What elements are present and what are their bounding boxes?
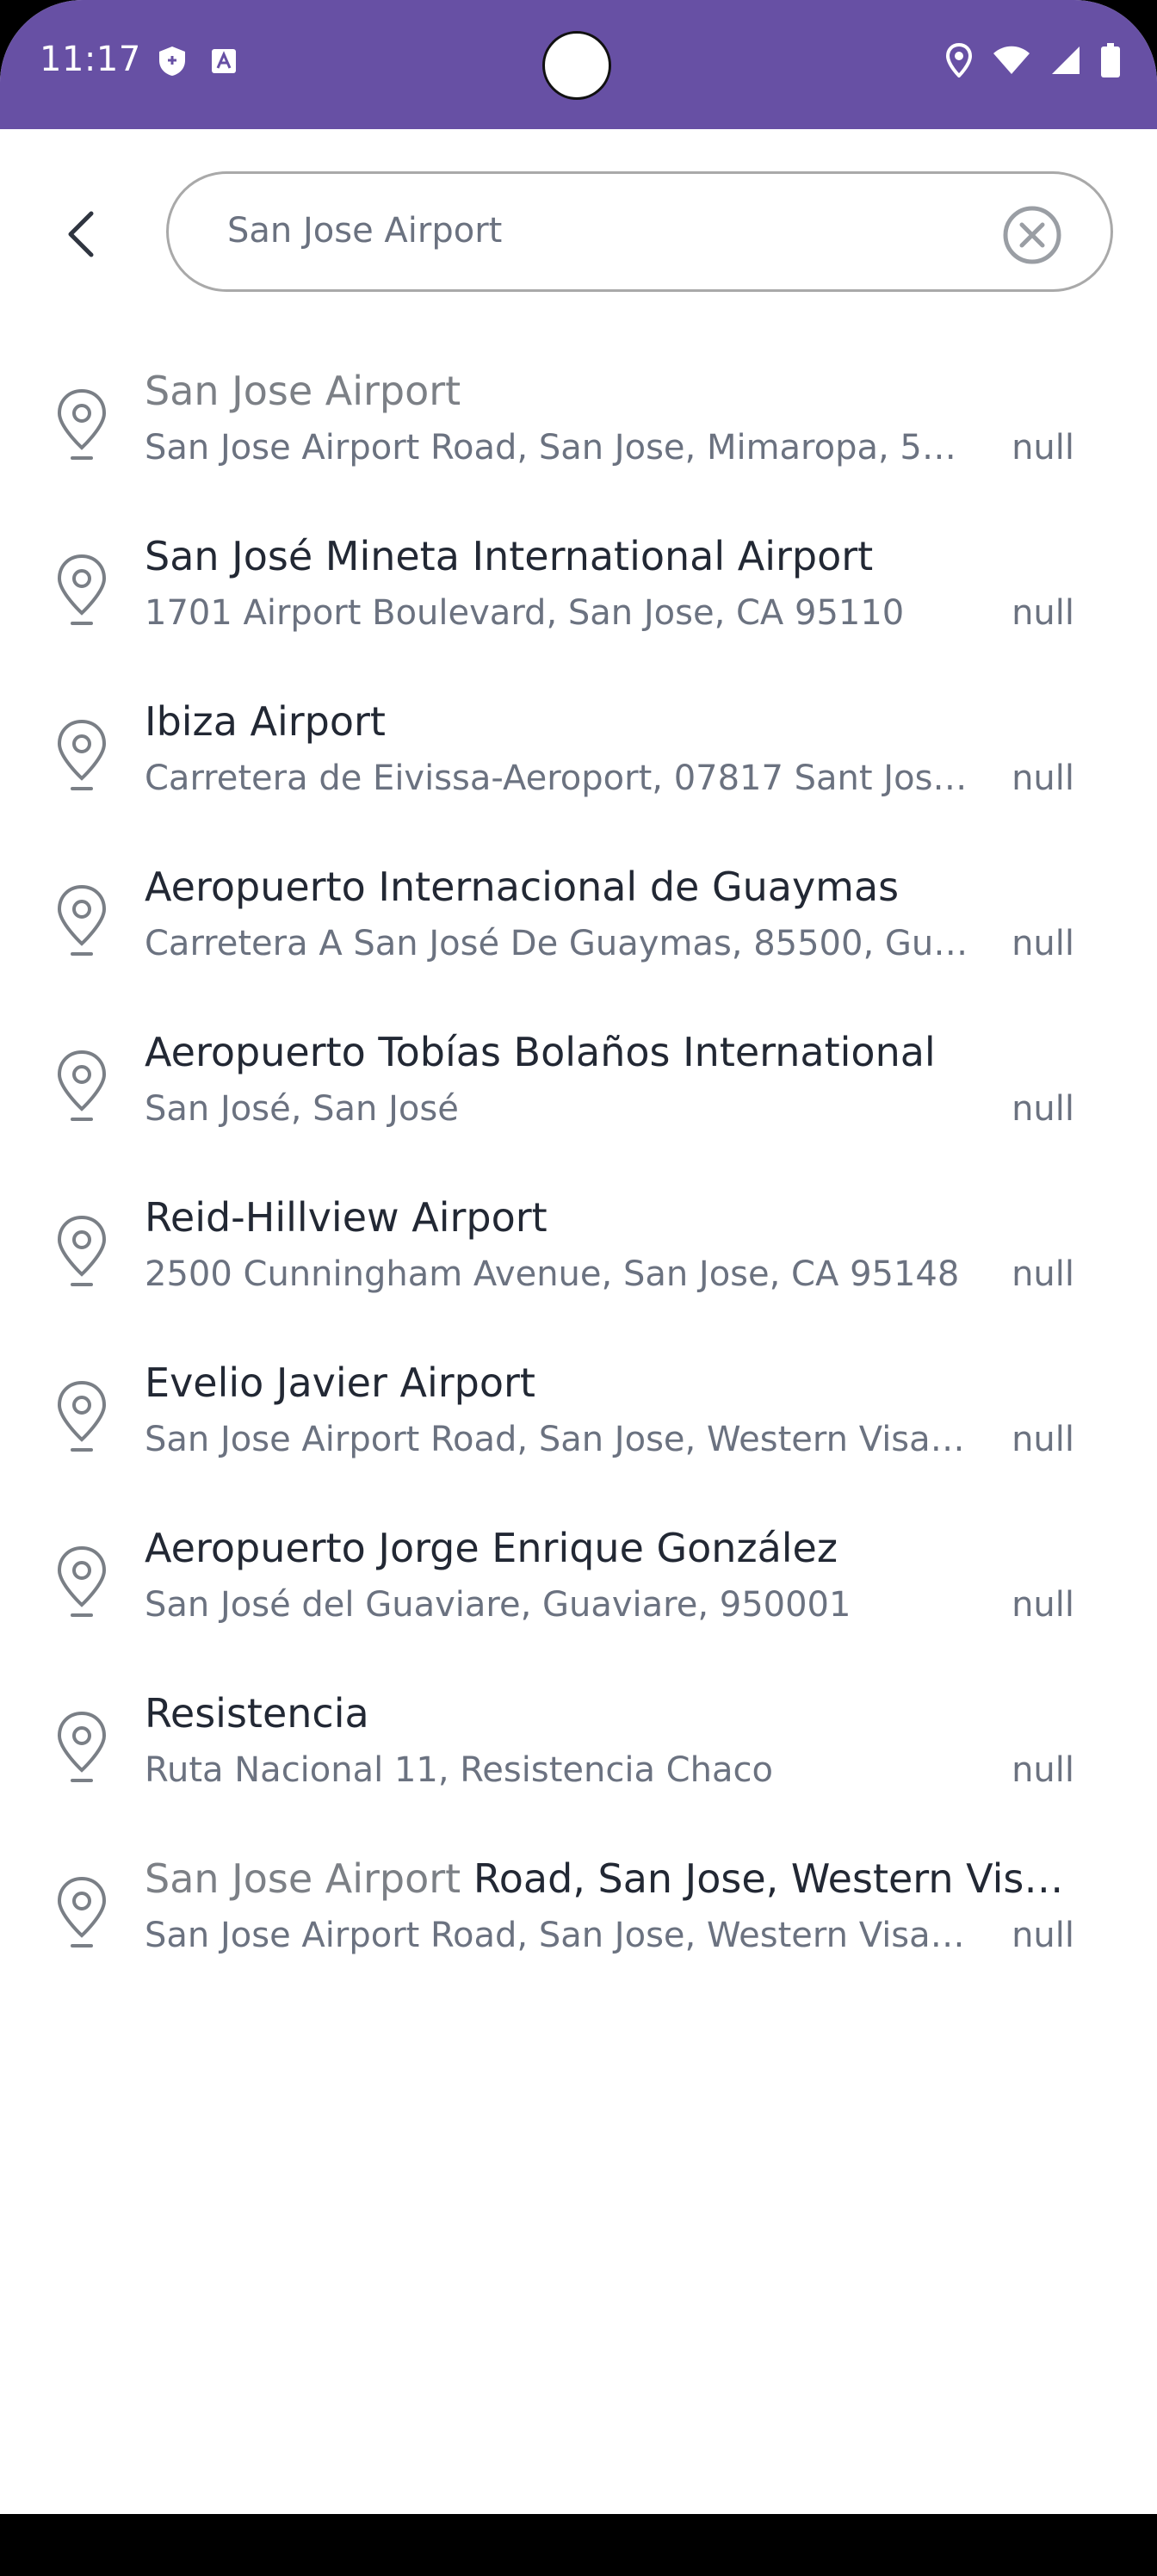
result-item[interactable]: Evelio Javier Airport San Jose Airport Ro…	[0, 1336, 1157, 1502]
location-pin-icon	[55, 718, 108, 792]
clear-search-button[interactable]	[1002, 205, 1062, 265]
result-title: San Jose Airport Road, San Jose, Western…	[145, 1853, 1074, 1904]
result-distance: null	[1012, 1254, 1074, 1294]
result-distance: null	[1012, 1585, 1074, 1625]
signal-icon	[1052, 46, 1080, 74]
result-address: 1701 Airport Boulevard, San Jose, CA 951…	[145, 593, 905, 633]
status-left-icons	[157, 45, 238, 77]
result-distance: null	[1012, 428, 1074, 468]
result-item[interactable]: Aeropuerto Jorge Enrique González San Jos…	[0, 1502, 1157, 1667]
location-pin-icon	[55, 1875, 108, 1949]
result-title-text: Aeropuerto Tobías Bolaños International	[145, 1029, 936, 1075]
result-item[interactable]: San Jose Airport Road, San Jose, Western…	[0, 1832, 1157, 1997]
result-title: Aeropuerto Tobías Bolaños International	[145, 1026, 1074, 1078]
result-item[interactable]: Aeropuerto Tobías Bolaños International S…	[0, 1006, 1157, 1171]
result-distance: null	[1012, 924, 1074, 963]
result-distance: null	[1012, 1420, 1074, 1459]
result-item[interactable]: Ibiza Airport Carretera de Eivissa-Aeropo…	[0, 675, 1157, 840]
chevron-left-icon	[68, 211, 94, 257]
app-screen: 11:17 San Jose Airport San Jose Airport …	[0, 0, 1157, 2514]
result-item[interactable]: Reid-Hillview Airport 2500 Cunningham Ave…	[0, 1171, 1157, 1336]
wifi-icon	[993, 46, 1030, 74]
back-button[interactable]	[50, 203, 112, 265]
result-title: Reid-Hillview Airport	[145, 1192, 1074, 1243]
result-title-text: Resistencia	[145, 1690, 369, 1737]
result-title-text: Aeropuerto Jorge Enrique González	[145, 1525, 838, 1571]
result-title: Aeropuerto Internacional de Guaymas	[145, 861, 1074, 913]
result-distance: null	[1012, 1750, 1074, 1790]
search-bar	[0, 169, 1157, 298]
result-distance: null	[1012, 1089, 1074, 1129]
result-address: San Jose Airport Road, San Jose, Western…	[145, 1420, 971, 1459]
result-distance: null	[1012, 593, 1074, 633]
location-pin-icon	[55, 1379, 108, 1453]
result-address: Carretera A San José De Guaymas, 85500, …	[145, 924, 971, 963]
location-pin-icon	[55, 1545, 108, 1619]
result-distance: null	[1012, 759, 1074, 798]
result-item[interactable]: Resistencia Ruta Nacional 11, Resistencia…	[0, 1667, 1157, 1832]
location-pin-icon	[55, 1214, 108, 1288]
result-address: San Jose Airport Road, San Jose, Western…	[145, 1916, 971, 1955]
result-title-text: Evelio Javier Airport	[145, 1359, 535, 1406]
result-title-highlight: San Jose Airport	[145, 1855, 461, 1902]
result-title-text: Ibiza Airport	[145, 698, 386, 745]
result-address: San Jose Airport Road, San Jose, Mimarop…	[145, 428, 971, 468]
result-distance: null	[1012, 1916, 1074, 1955]
search-field[interactable]	[166, 171, 1113, 292]
result-title: Resistencia	[145, 1687, 1074, 1739]
result-title: Evelio Javier Airport	[145, 1357, 1074, 1409]
status-bar: 11:17	[0, 0, 1157, 129]
location-pin-icon	[55, 883, 108, 957]
location-pin-icon	[55, 553, 108, 627]
result-title: San José Mineta International Airport	[145, 530, 1074, 582]
status-time: 11:17	[40, 40, 141, 79]
result-title: San Jose Airport	[145, 365, 1074, 417]
location-icon	[945, 43, 973, 77]
result-title: Aeropuerto Jorge Enrique González	[145, 1522, 1074, 1574]
result-item[interactable]: San Jose Airport San Jose Airport Road, S…	[0, 344, 1157, 510]
search-input[interactable]	[227, 205, 985, 257]
result-item[interactable]: San José Mineta International Airport 170…	[0, 510, 1157, 675]
result-title-text: San José Mineta International Airport	[145, 533, 874, 579]
result-address: Carretera de Eivissa-Aeroport, 07817 San…	[145, 759, 971, 798]
location-pin-icon	[55, 1049, 108, 1123]
result-title-highlight: San Jose Airport	[145, 368, 461, 414]
status-right-icons	[945, 43, 1121, 77]
result-title-text: Road, San Jose, Western Visayas	[461, 1855, 1074, 1902]
result-address: Ruta Nacional 11, Resistencia Chaco	[145, 1750, 773, 1790]
result-address: 2500 Cunningham Avenue, San Jose, CA 951…	[145, 1254, 960, 1294]
location-pin-icon	[55, 387, 108, 461]
result-title-text: Reid-Hillview Airport	[145, 1194, 548, 1241]
result-address: San José del Guaviare, Guaviare, 950001	[145, 1585, 851, 1625]
results-list: San Jose Airport San Jose Airport Road, S…	[0, 344, 1157, 1997]
result-title-text: Aeropuerto Internacional de Guaymas	[145, 864, 900, 910]
clear-circle-icon	[1003, 206, 1061, 264]
location-pin-icon	[55, 1710, 108, 1784]
camera-cutout	[542, 31, 611, 100]
result-address: San José, San José	[145, 1089, 459, 1129]
translate-notification-icon	[212, 49, 236, 73]
result-title: Ibiza Airport	[145, 696, 1074, 747]
result-item[interactable]: Aeropuerto Internacional de Guaymas Carre…	[0, 840, 1157, 1006]
battery-icon	[1101, 43, 1120, 77]
shield-notification-icon	[159, 46, 185, 76]
